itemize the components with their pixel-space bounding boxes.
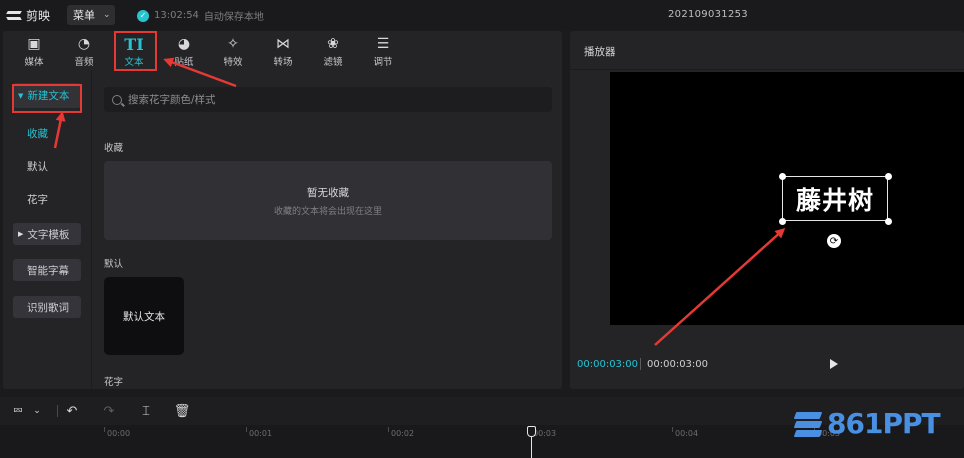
arrow-to-new-text [53, 111, 66, 149]
app-window: 剪映 菜单 ⌄ ✓ 13:02:54 自动保存本地 202109031253 ▣… [0, 0, 964, 458]
arrow-to-text-tab [163, 57, 237, 88]
arrow-to-text-overlay [654, 227, 786, 346]
annotation-arrows [53, 57, 786, 346]
